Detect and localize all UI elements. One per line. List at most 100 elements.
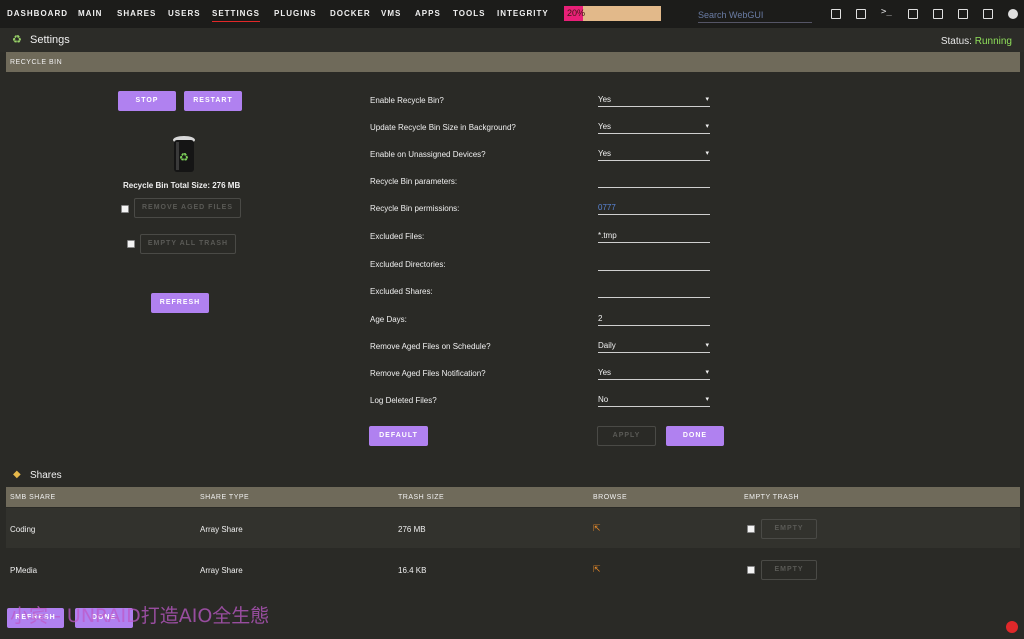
setting-input[interactable]: 2 (598, 311, 710, 326)
parity-progress-bar: 20% (564, 6, 661, 21)
setting-value: No (598, 395, 609, 404)
done-button[interactable]: DONE (666, 426, 724, 446)
setting-value: Yes (598, 368, 612, 377)
empty-trash-button[interactable]: EMPTY (761, 519, 817, 539)
nav-users[interactable]: USERS (168, 9, 201, 18)
setting-label: Remove Aged Files Notification? (370, 369, 486, 378)
setting-label: Enable Recycle Bin? (370, 96, 444, 105)
svg-text:♻: ♻ (179, 151, 189, 164)
chevron-down-icon: ▾ (705, 342, 709, 349)
setting-input[interactable] (598, 283, 710, 298)
setting-select[interactable]: Yes ▾ (598, 146, 710, 161)
chevron-down-icon: ▾ (705, 150, 709, 157)
reload-icon[interactable] (831, 9, 841, 19)
empty-all-checkbox[interactable] (127, 240, 135, 248)
setting-select[interactable]: Yes ▾ (598, 92, 710, 107)
status-value: Running (974, 36, 1012, 47)
setting-label: Excluded Files: (370, 232, 425, 241)
section-title: RECYCLE BIN (10, 59, 63, 66)
refresh-button[interactable]: REFRESH (151, 293, 209, 313)
default-button[interactable]: DEFAULT (369, 426, 428, 446)
shares-table-header (6, 487, 1020, 507)
nav-plugins[interactable]: PLUGINS (274, 9, 317, 18)
col-smb-share: SMB SHARE (10, 494, 56, 501)
share-name: PMedia (10, 566, 38, 575)
nav-main[interactable]: MAIN (78, 9, 102, 18)
remove-aged-files-button[interactable]: REMOVE AGED FILES (134, 198, 241, 218)
setting-value: *.tmp (598, 231, 617, 240)
setting-value: Daily (598, 341, 616, 350)
monitor-icon[interactable] (958, 9, 968, 19)
col-trash-size: TRASH SIZE (398, 494, 445, 501)
nav-integrity[interactable]: INTEGRITY (497, 9, 549, 18)
progress-label: 20% (567, 8, 586, 18)
logout-icon[interactable] (856, 9, 866, 19)
watermark: 小宾 - UNRAID打造AIO全生態 (10, 605, 270, 627)
search-input[interactable] (698, 7, 812, 23)
top-nav: DASHBOARD MAIN SHARES USERS SETTINGS PLU… (0, 0, 1024, 28)
total-size-label: Recycle Bin Total Size: 276 MB (123, 181, 241, 190)
setting-input[interactable] (598, 256, 710, 271)
nav-docker[interactable]: DOCKER (330, 9, 371, 18)
shares-header: ◆ Shares (0, 463, 1024, 487)
setting-value: Yes (598, 122, 612, 131)
setting-select[interactable]: No ▾ (598, 392, 710, 407)
chevron-down-icon: ▾ (705, 123, 709, 130)
setting-label: Age Days: (370, 315, 407, 324)
setting-value: 2 (598, 314, 603, 323)
chevron-down-icon: ▾ (705, 369, 709, 376)
trash-can-icon: ♻ (173, 136, 195, 172)
chevron-down-icon: ▾ (705, 96, 709, 103)
feedback-icon[interactable] (933, 9, 943, 19)
stop-button[interactable]: STOP (118, 91, 176, 111)
setting-value: Yes (598, 95, 612, 104)
setting-input[interactable]: 0777 (598, 200, 710, 215)
share-type: Array Share (200, 566, 243, 575)
nav-shares[interactable]: SHARES (117, 9, 156, 18)
empty-trash-checkbox[interactable] (747, 525, 755, 533)
setting-select[interactable]: Yes ▾ (598, 119, 710, 134)
apply-button[interactable]: APPLY (597, 426, 656, 446)
trash-size: 276 MB (398, 525, 426, 534)
setting-label: Recycle Bin parameters: (370, 177, 458, 186)
external-link-icon[interactable]: ⇱ (593, 564, 601, 575)
setting-value: Yes (598, 149, 612, 158)
empty-trash-checkbox[interactable] (747, 566, 755, 574)
setting-label: Log Deleted Files? (370, 396, 437, 405)
empty-all-trash-button[interactable]: EMPTY ALL TRASH (140, 234, 236, 254)
trash-size: 16.4 KB (398, 566, 427, 575)
external-link-icon[interactable]: ⇱ (593, 523, 601, 534)
setting-select[interactable]: Daily ▾ (598, 338, 710, 353)
chevron-down-icon: ▾ (705, 396, 709, 403)
notes-icon[interactable] (983, 9, 993, 19)
restart-button[interactable]: RESTART (184, 91, 242, 111)
info-icon[interactable] (1008, 9, 1018, 19)
nav-settings[interactable]: SETTINGS (212, 9, 261, 22)
nav-apps[interactable]: APPS (415, 9, 441, 18)
setting-label: Enable on Unassigned Devices? (370, 150, 486, 159)
setting-label: Remove Aged Files on Schedule? (370, 342, 491, 351)
unraid-logo-icon[interactable] (1006, 621, 1018, 633)
share-name: Coding (10, 525, 36, 534)
empty-trash-button[interactable]: EMPTY (761, 560, 817, 580)
setting-label: Update Recycle Bin Size in Background? (370, 123, 516, 132)
status-label: Status: (940, 36, 972, 47)
setting-input[interactable]: *.tmp (598, 228, 710, 243)
setting-select[interactable]: Yes ▾ (598, 365, 710, 380)
setting-label: Recycle Bin permissions: (370, 204, 460, 213)
windows-icon[interactable] (908, 9, 918, 19)
nav-dashboard[interactable]: DASHBOARD (7, 9, 68, 18)
setting-label: Excluded Shares: (370, 287, 433, 296)
setting-input[interactable] (598, 173, 710, 188)
setting-label: Excluded Directories: (370, 260, 446, 269)
nav-vms[interactable]: VMS (381, 9, 401, 18)
col-empty-trash: EMPTY TRASH (744, 494, 800, 501)
col-share-type: SHARE TYPE (200, 494, 250, 501)
col-browse: BROWSE (593, 494, 628, 501)
status-indicator: Status: Running (941, 36, 1012, 47)
terminal-icon[interactable]: >_ (881, 7, 892, 17)
nav-tools[interactable]: TOOLS (453, 9, 485, 18)
recycle-icon: ♻ (12, 34, 22, 46)
remove-aged-checkbox[interactable] (121, 205, 129, 213)
page-title: Settings (30, 34, 70, 46)
